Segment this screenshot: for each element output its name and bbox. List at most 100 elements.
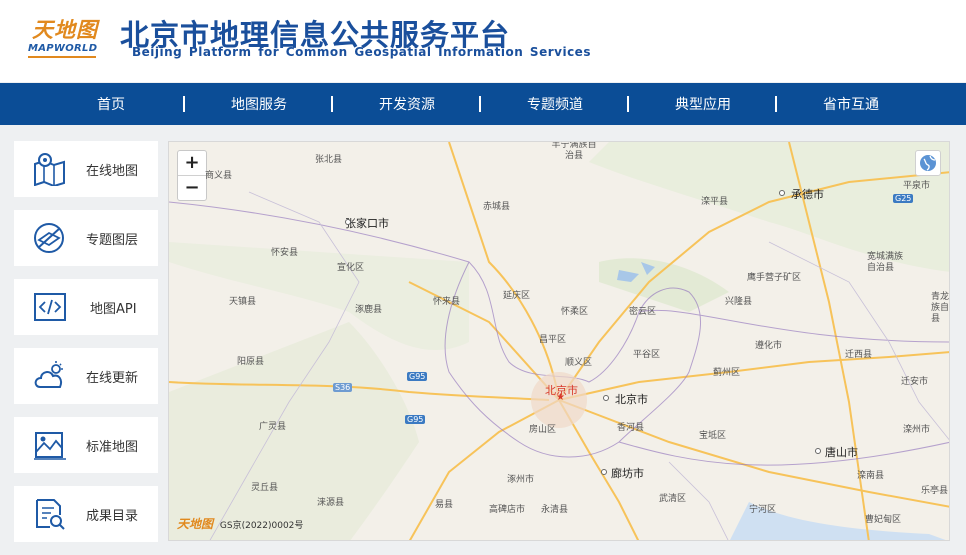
nav-item-map-service[interactable]: 地图服务 bbox=[185, 83, 333, 125]
main-nav: 首页 地图服务 开发资源 专题频道 典型应用 省市互通 bbox=[0, 83, 966, 125]
map-label: 房山区 bbox=[529, 425, 557, 435]
map-label: 赤城县 bbox=[483, 202, 511, 212]
sidebar-item-label: 标准地图 bbox=[86, 440, 139, 455]
map-label: 滦平县 bbox=[701, 197, 729, 207]
map-label: 永清县 bbox=[541, 505, 569, 515]
map-label: 昌平区 bbox=[539, 335, 567, 345]
sidebar-item-standard-map[interactable]: 标准地图 bbox=[14, 417, 158, 473]
map-label: 武清区 bbox=[659, 494, 687, 504]
map-label: 密云区 bbox=[629, 307, 657, 317]
logo-underline bbox=[28, 56, 96, 58]
sidebar-item-online-map[interactable]: 在线地图 bbox=[14, 141, 158, 197]
map-label: 平泉市 bbox=[903, 181, 931, 191]
city-dot bbox=[601, 469, 607, 475]
map-label: 灵丘县 bbox=[251, 483, 279, 493]
map-label: 滦南县 bbox=[857, 471, 885, 481]
site-header: 天地图 MAPWORLD 北京市地理信息公共服务平台 Beijing Platf… bbox=[0, 0, 966, 82]
map-label-beijing: 北京市 bbox=[615, 393, 648, 406]
sidebar-item-label: 专题图层 bbox=[86, 233, 139, 248]
sidebar-item-label: 地图API bbox=[90, 302, 137, 317]
map-label: 怀安县 bbox=[271, 248, 299, 258]
nav-item-province-link[interactable]: 省市互通 bbox=[777, 83, 925, 125]
zoom-control: + − bbox=[177, 150, 207, 201]
map-label: 曹妃甸区 bbox=[865, 515, 902, 525]
nav-item-label: 省市互通 bbox=[823, 97, 879, 113]
highway-shield: S36 bbox=[333, 383, 353, 392]
map-label: 迁西县 bbox=[845, 350, 873, 360]
map-label: 延庆区 bbox=[503, 291, 531, 301]
map-label: 廊坊市 bbox=[611, 467, 644, 480]
nav-item-topics[interactable]: 专题频道 bbox=[481, 83, 629, 125]
map-label: 张北县 bbox=[315, 155, 343, 165]
capital-star-icon: ★ bbox=[556, 392, 565, 403]
map-label: 高碑店市 bbox=[489, 505, 526, 515]
attribution-logo: 天地图 bbox=[177, 517, 214, 531]
sidebar-item-map-api[interactable]: 地图API bbox=[14, 279, 158, 335]
map-label: 天镇县 bbox=[229, 297, 257, 307]
sidebar-item-online-update[interactable]: 在线更新 bbox=[14, 348, 158, 404]
globe-icon bbox=[920, 155, 936, 171]
map-label: 商义县 bbox=[205, 171, 233, 181]
map-label: 唐山市 bbox=[825, 446, 858, 459]
logo-english-text: MAPWORLD bbox=[28, 43, 98, 54]
map-label: 承德市 bbox=[791, 188, 824, 201]
map-label: 丰宁满族自治县 bbox=[551, 141, 597, 161]
map-label: 张家口市 bbox=[345, 217, 389, 230]
map-pin-icon bbox=[34, 153, 65, 186]
nav-item-label: 地图服务 bbox=[231, 97, 287, 113]
highway-shield: G25 bbox=[893, 194, 914, 203]
map-label: 遵化市 bbox=[755, 341, 783, 351]
nav-item-label: 首页 bbox=[97, 97, 125, 113]
layer-slash-icon bbox=[34, 223, 64, 253]
highway-shield: G95 bbox=[407, 372, 428, 381]
map-label: 易县 bbox=[435, 500, 454, 510]
map-label: 怀来县 bbox=[433, 297, 461, 307]
map-label: 鹰手营子矿区 bbox=[747, 273, 802, 283]
map-label: 涿州市 bbox=[507, 475, 535, 485]
nav-item-home[interactable]: 首页 bbox=[37, 83, 185, 125]
map-label: 阳原县 bbox=[237, 357, 265, 367]
map-label: 怀柔区 bbox=[561, 307, 589, 317]
nav-item-label: 开发资源 bbox=[379, 97, 435, 113]
nav-item-label: 专题频道 bbox=[527, 97, 583, 113]
code-icon bbox=[34, 293, 66, 321]
map-label: 兴隆县 bbox=[725, 297, 753, 307]
zoom-out-button[interactable]: − bbox=[178, 176, 206, 200]
sidebar-item-label: 成果目录 bbox=[86, 509, 139, 524]
map-label: 顺义区 bbox=[565, 358, 593, 368]
layer-switch-button[interactable] bbox=[915, 150, 941, 176]
zoom-in-button[interactable]: + bbox=[178, 151, 206, 176]
nav-item-dev-resources[interactable]: 开发资源 bbox=[333, 83, 481, 125]
map-label: 滦州市 bbox=[903, 425, 931, 435]
map-label: 宝坻区 bbox=[699, 431, 727, 441]
sidebar-item-catalog[interactable]: 成果目录 bbox=[14, 486, 158, 542]
nav-item-label: 典型应用 bbox=[675, 97, 731, 113]
sidebar-item-topic-layers[interactable]: 专题图层 bbox=[14, 210, 158, 266]
map-attribution: 天地图 GS京(2022)0002号 bbox=[177, 515, 303, 532]
map-viewer[interactable]: + − 张北县 丰宁满族自治县 商义县 张家口市 赤城县 滦平县 承德市 平泉市… bbox=[168, 141, 950, 541]
cloud-update-icon bbox=[34, 361, 63, 388]
map-label: 涿鹿县 bbox=[355, 305, 383, 315]
map-label: 宽城满族自治县 bbox=[867, 252, 904, 273]
map-label: 涞源县 bbox=[317, 498, 345, 508]
map-label: 宁河区 bbox=[749, 505, 777, 515]
city-dot bbox=[815, 448, 821, 454]
mapworld-logo[interactable]: 天地图 MAPWORLD bbox=[26, 14, 100, 62]
sidebar-item-label: 在线地图 bbox=[86, 164, 139, 179]
map-label: 宣化区 bbox=[337, 263, 365, 273]
city-dot bbox=[345, 219, 351, 225]
map-label: 青龙满族自治县 bbox=[931, 292, 950, 324]
map-label: 香河县 bbox=[617, 423, 645, 433]
sidebar-item-label: 在线更新 bbox=[86, 371, 139, 386]
nav-item-applications[interactable]: 典型应用 bbox=[629, 83, 777, 125]
city-dot bbox=[779, 190, 785, 196]
logo-chinese-text: 天地图 bbox=[32, 17, 98, 42]
catalog-icon bbox=[36, 499, 65, 530]
highway-shield: G95 bbox=[405, 415, 426, 424]
map-label: 平谷区 bbox=[633, 350, 661, 360]
map-label: 迁安市 bbox=[901, 377, 929, 387]
map-label: 乐亭县 bbox=[921, 486, 949, 496]
map-label: 蓟州区 bbox=[713, 368, 741, 378]
attribution-text: GS京(2022)0002号 bbox=[219, 521, 304, 531]
standard-map-icon bbox=[34, 432, 66, 460]
